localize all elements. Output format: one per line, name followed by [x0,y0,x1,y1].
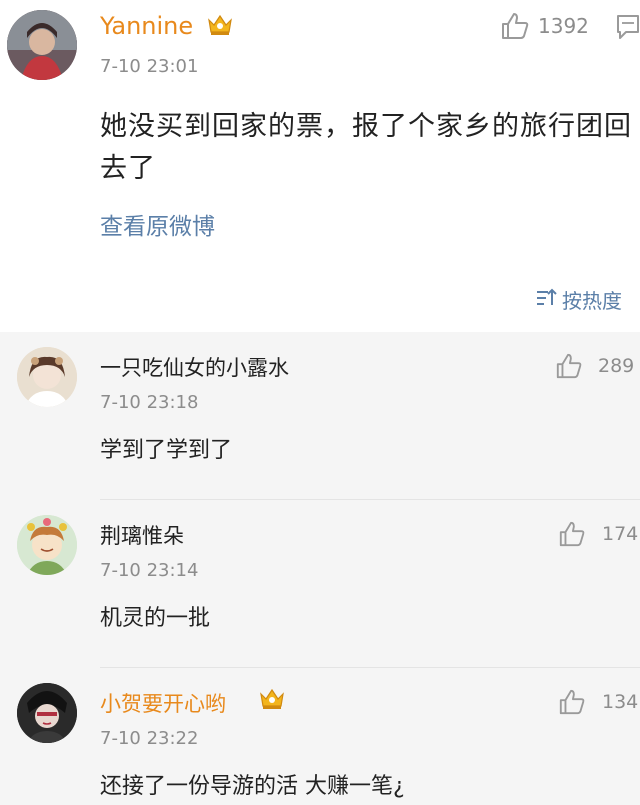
reply-like-count: 134 [602,691,639,713]
list-item: 荆璃惟朵 7-10 23:14 174 机灵的一批 [0,500,640,668]
sort-icon[interactable] [535,288,557,312]
reply-text: 机灵的一批 [100,606,211,631]
reply-time: 7-10 23:22 [100,728,199,749]
reply-username[interactable]: 荆璃惟朵 [100,520,184,550]
reply-like-count: 174 [602,523,639,545]
crown-badge-icon [206,12,234,42]
reply-time: 7-10 23:14 [100,560,199,581]
list-item: 一只吃仙女的小露水 7-10 23:18 289 学到了学到了 [0,332,640,500]
op-avatar[interactable] [7,10,77,80]
op-username[interactable]: Yannine [100,12,193,40]
thumbs-up-icon[interactable] [500,11,530,45]
reply-username[interactable]: 一只吃仙女的小露水 [100,352,289,382]
reply-avatar[interactable] [17,515,77,575]
sort-by-hot-button[interactable]: 按热度 [562,285,622,314]
op-time: 7-10 23:01 [100,56,199,77]
thumbs-up-icon[interactable] [555,352,583,384]
reply-text: 学到了学到了 [100,438,233,463]
op-content: 她没买到回家的票，报了个家乡的旅行团回去了 [100,111,632,184]
reply-username[interactable]: 小贺要开心哟 [100,688,226,718]
reply-avatar[interactable] [17,347,77,407]
reply-list: 一只吃仙女的小露水 7-10 23:18 289 学到了学到了 荆璃惟朵 7-1… [0,332,640,805]
original-post: Yannine 7-10 23:01 1392 她没买到回家的票，报了个家乡的旅… [0,0,640,330]
op-like-count: 1392 [538,14,589,38]
reply-like-count: 289 [598,355,635,377]
reply-time: 7-10 23:18 [100,392,199,413]
comment-icon[interactable] [616,13,640,45]
crown-badge-icon [258,686,286,716]
reply-text: 还接了一份导游的活 大赚一笔¿ [100,774,405,799]
view-original-link[interactable]: 查看原微博 [100,207,215,241]
thumbs-up-icon[interactable] [558,688,586,720]
thumbs-up-icon[interactable] [558,520,586,552]
reply-avatar[interactable] [17,683,77,743]
list-item: 小贺要开心哟 7-10 23:22 134 还接了一份导游的活 大赚一笔¿ [0,668,640,805]
